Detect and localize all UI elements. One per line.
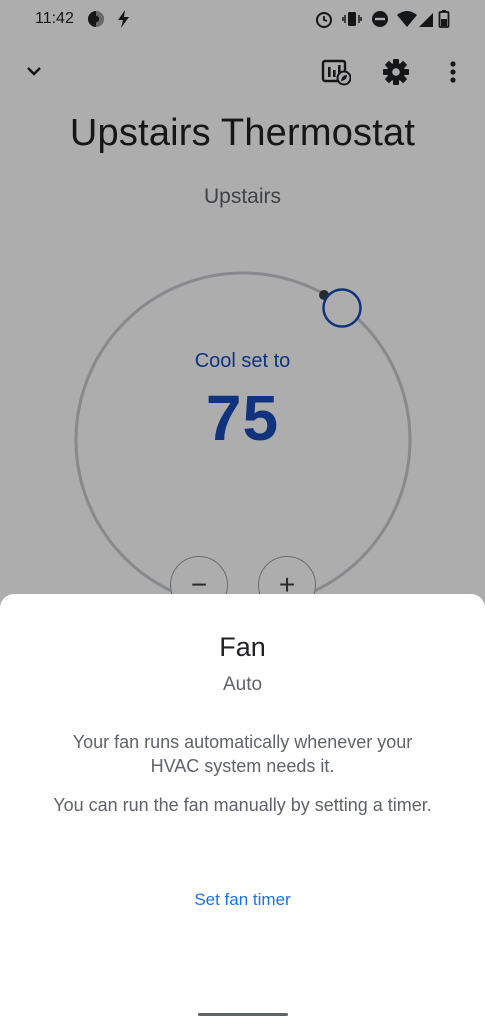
home-indicator[interactable] xyxy=(198,1013,288,1016)
sheet-title: Fan xyxy=(219,632,266,662)
thermostat-screen: 11:42 Upstairs Thermostat Upstairs Cool … xyxy=(0,0,485,1024)
fan-description: Your fan runs automatically whenever you… xyxy=(72,732,413,776)
fan-status: Auto xyxy=(222,674,263,695)
set-fan-timer-button[interactable]: Set fan timer xyxy=(0,890,485,910)
fan-timer-hint: You can run the fan manually by setting … xyxy=(53,795,432,815)
fan-bottom-sheet: Fan Auto Your fan runs automatically whe… xyxy=(0,594,485,1024)
